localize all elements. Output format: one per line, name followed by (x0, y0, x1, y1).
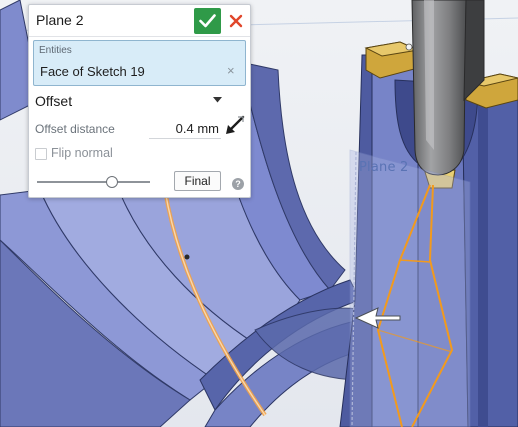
caret-down-icon (213, 97, 222, 103)
flip-normal-checkbox[interactable] (35, 148, 47, 160)
cancel-button[interactable] (225, 8, 247, 34)
plane-feature-dialog: Plane 2 Entities Face of Sketch 19 × Off… (28, 4, 251, 198)
entities-field[interactable]: Entities Face of Sketch 19 × (33, 40, 246, 86)
final-button[interactable]: Final (174, 171, 221, 191)
dialog-title: Plane 2 (36, 12, 84, 28)
dialog-header: Plane 2 (29, 5, 250, 37)
preview-slider[interactable] (37, 175, 151, 189)
selected-entity[interactable]: Face of Sketch 19 (40, 64, 145, 79)
plane-label: Plane 2 (359, 160, 409, 175)
flip-normal-label: Flip normal (51, 146, 113, 160)
plane-type-value: Offset (35, 93, 73, 109)
direction-arrow-icon[interactable] (224, 114, 246, 136)
entities-label: Entities (39, 45, 72, 56)
plane-type-dropdown[interactable]: Offset (35, 92, 225, 112)
offset-distance-label: Offset distance (35, 122, 115, 136)
offset-distance-input[interactable]: 0.4 mm (149, 119, 221, 139)
final-button-label: Final (184, 174, 211, 188)
offset-distance-value[interactable]: 0.4 mm (176, 121, 219, 136)
slider-thumb[interactable] (106, 176, 118, 188)
close-icon (229, 14, 243, 28)
accept-button[interactable] (194, 8, 221, 34)
check-icon (199, 14, 216, 28)
slider-track[interactable] (37, 181, 150, 183)
help-icon[interactable]: ? (232, 178, 244, 190)
clear-x-icon[interactable]: × (227, 63, 235, 79)
